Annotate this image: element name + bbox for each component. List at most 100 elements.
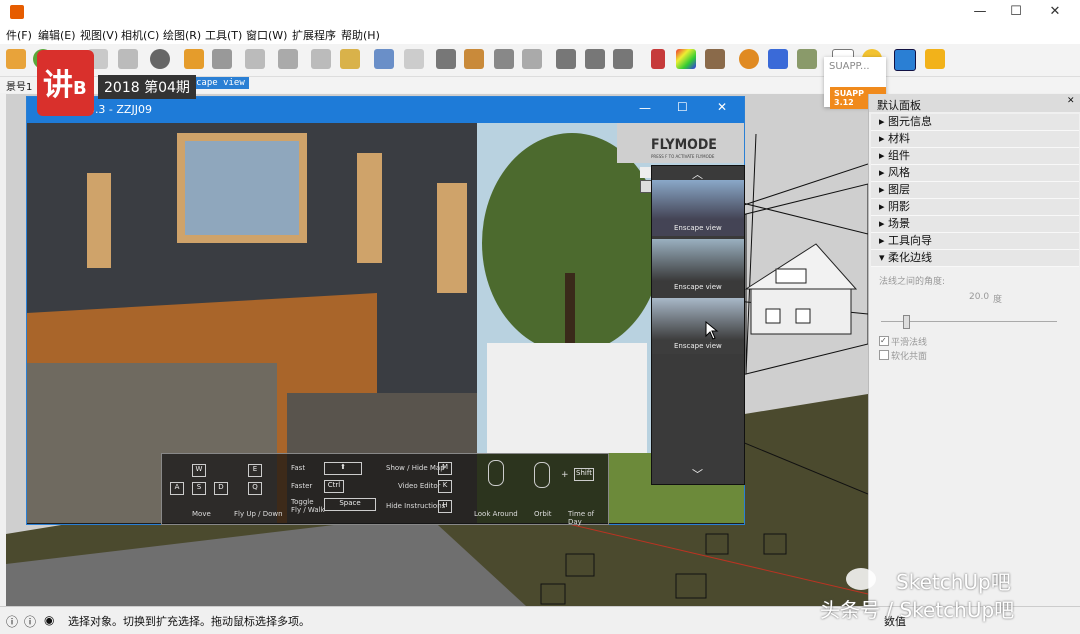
sound-icon[interactable] <box>245 49 265 69</box>
bottle-icon[interactable] <box>651 49 665 69</box>
box-icon[interactable] <box>705 49 725 69</box>
tray-section-components[interactable]: ▸ 组件 <box>871 148 1079 165</box>
paint-bucket-icon[interactable] <box>150 49 170 69</box>
look-around-label: Look Around <box>474 510 518 518</box>
key-shift: ⬆ <box>324 462 362 475</box>
logo-sub: B <box>73 78 87 99</box>
controls-hud: W A S D Move E Q Fly Up / Down Fast ⬆ Fa… <box>161 453 609 526</box>
tutorial-logo: 讲 B <box>37 50 94 116</box>
sketchup-app-icon <box>10 5 24 19</box>
gear-icon[interactable] <box>212 49 232 69</box>
thumbnail-label-3: Enscape view <box>674 342 722 350</box>
document-icon[interactable] <box>404 49 424 69</box>
component-tool-icon[interactable] <box>6 49 26 69</box>
menu-draw[interactable]: 绘图(R) <box>163 27 201 43</box>
flymode-banner: FLYMODE PRESS F TO ACTIVATE FLYMODE <box>617 123 744 163</box>
show-map-label: Show / Hide Map <box>386 464 445 472</box>
scene-tab[interactable]: 景号1 <box>6 78 32 93</box>
mouse-cursor-icon <box>705 321 719 340</box>
section-label: 工具向导 <box>888 234 933 247</box>
maximize-button[interactable]: ☐ <box>996 0 1036 24</box>
close-button[interactable]: ✕ <box>1035 0 1075 24</box>
view-thumbnail-2[interactable]: Enscape view <box>652 239 744 295</box>
tray-section-materials[interactable]: ▸ 材料 <box>871 131 1079 148</box>
tray-section-shadows[interactable]: ▸ 阴影 <box>871 199 1079 216</box>
minimize-button[interactable]: — <box>960 0 1000 24</box>
suapp-label: SUAPP... <box>829 61 870 72</box>
mouse-orbit-icon <box>534 462 550 488</box>
menu-help[interactable]: 帮助(H) <box>341 27 380 43</box>
smooth-normals-label: 平滑法线 <box>891 338 928 348</box>
enscape-title-bar: E 2.3.3 - ZZJJ09 — ☐ ✕ <box>27 97 744 123</box>
slider-icon[interactable] <box>278 49 298 69</box>
tray-section-styles[interactable]: ▸ 风格 <box>871 165 1079 182</box>
menu-view[interactable]: 视图(V) <box>80 27 118 43</box>
menu-camera[interactable]: 相机(C) <box>121 27 159 43</box>
title-bar: — ☐ ✕ <box>0 0 1080 24</box>
menu-edit[interactable]: 编辑(E) <box>38 27 76 43</box>
render-icon-1[interactable] <box>436 49 456 69</box>
wechat-icon <box>846 568 876 590</box>
menu-extensions[interactable]: 扩展程序 <box>292 27 336 43</box>
enscape-minimize-button[interactable]: — <box>639 101 651 115</box>
section-label: 柔化边线 <box>888 251 933 264</box>
angle-slider-thumb[interactable] <box>903 315 910 329</box>
watermark-line2: 头条号 / SketchUp吧 <box>820 598 1015 622</box>
render-icon-3[interactable] <box>494 49 514 69</box>
section-label: 组件 <box>888 149 911 162</box>
fast-label: Fast <box>291 464 306 472</box>
enscape-close-button[interactable]: ✕ <box>717 100 727 114</box>
terrain-icon[interactable] <box>797 49 817 69</box>
film-icon-3[interactable] <box>613 49 633 69</box>
color-icon[interactable] <box>676 49 696 69</box>
film-icon-1[interactable] <box>556 49 576 69</box>
menu-file[interactable]: 件(F) <box>6 27 32 43</box>
view-thumbnail-3[interactable]: Enscape view <box>652 298 744 354</box>
scroll-down-button[interactable]: ﹀ <box>692 466 703 482</box>
render-icon-4[interactable] <box>522 49 542 69</box>
tray-section-entity-info[interactable]: ▸ 图元信息 <box>871 114 1079 131</box>
key-a: A <box>170 482 184 495</box>
tray-section-soften-edges[interactable]: ▾ 柔化边线 <box>871 250 1079 267</box>
thumbnail-label-2: Enscape view <box>674 283 722 291</box>
view-icon[interactable] <box>374 49 394 69</box>
orbit-label: Orbit <box>534 510 552 518</box>
key-e: E <box>248 464 262 477</box>
enscape-maximize-button[interactable]: ☐ <box>677 100 688 114</box>
view-thumbnail-1[interactable]: Enscape view <box>652 180 744 236</box>
menu-window[interactable]: 窗口(W) <box>246 27 287 43</box>
enscape-window[interactable]: E 2.3.3 - ZZJJ09 — ☐ ✕ FLYMODE PRESS F T… <box>26 96 745 526</box>
shield-icon[interactable] <box>184 49 204 69</box>
camera-icon[interactable] <box>118 49 138 69</box>
key-h: H <box>438 500 452 513</box>
geo-location-icon[interactable]: ⓘ <box>6 613 18 630</box>
info-icon[interactable] <box>340 49 360 69</box>
square-icon[interactable] <box>894 49 916 71</box>
tray-close-icon[interactable]: ✕ <box>1067 96 1075 106</box>
speech-icon[interactable] <box>311 49 331 69</box>
axes-icon[interactable] <box>768 49 788 69</box>
film-icon-2[interactable] <box>585 49 605 69</box>
key-q: Q <box>248 482 262 495</box>
user-icon[interactable]: ◉ <box>44 613 54 627</box>
tray-header: 默认面板 ✕ <box>869 94 1080 112</box>
key-w: W <box>192 464 206 477</box>
angle-value: 20.0 <box>969 292 990 302</box>
tray-section-layers[interactable]: ▸ 图层 <box>871 182 1079 199</box>
key-ctrl: Ctrl <box>324 480 344 493</box>
credits-icon[interactable]: ⓘ <box>24 613 36 630</box>
thumbnail-label-1: Enscape view <box>674 224 722 232</box>
menu-bar: 件(F) 编辑(E) 视图(V) 相机(C) 绘图(R) 工具(T) 窗口(W)… <box>0 24 1080 44</box>
tray-section-scenes[interactable]: ▸ 场景 <box>871 216 1079 233</box>
menu-tools[interactable]: 工具(T) <box>205 27 242 43</box>
hexagon-icon[interactable] <box>925 49 945 69</box>
rotate-icon[interactable] <box>739 49 759 69</box>
soften-coplanar-checkbox[interactable] <box>879 350 889 360</box>
tray-section-instructor[interactable]: ▸ 工具向导 <box>871 233 1079 250</box>
scene-tab-active[interactable]: cape view <box>192 77 249 89</box>
smooth-normals-checkbox[interactable]: ✓ <box>879 336 889 346</box>
side-button-1[interactable] <box>640 167 651 178</box>
section-label: 图元信息 <box>888 115 933 128</box>
faster-label: Faster <box>291 482 313 490</box>
render-icon-2[interactable] <box>464 49 484 69</box>
